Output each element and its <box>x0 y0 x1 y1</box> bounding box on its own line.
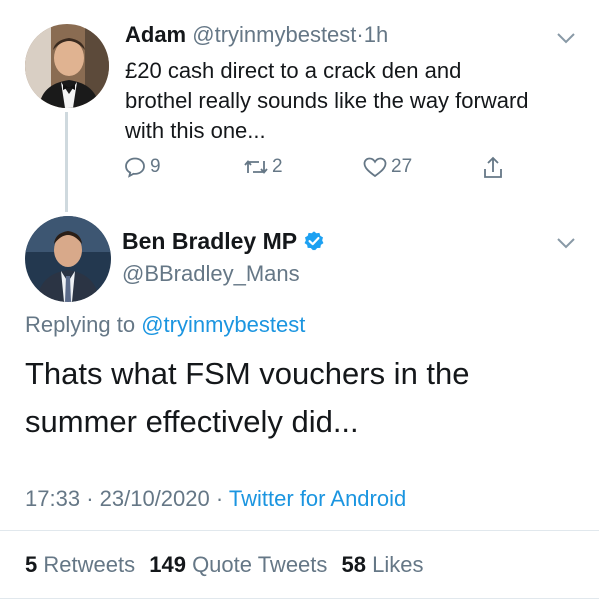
retweet-icon <box>244 160 268 174</box>
retweet-action-button[interactable]: 2 <box>243 155 283 179</box>
main-author-name[interactable]: Ben Bradley MP <box>122 228 297 254</box>
divider <box>0 598 599 599</box>
tweet-meta-line: 17:33 · 23/10/2020 · Twitter for Android <box>25 486 406 512</box>
tweet-time[interactable]: 17:33 <box>25 486 80 511</box>
likes-stat-count: 58 <box>341 552 367 577</box>
avatar-adam-image <box>25 24 109 108</box>
reply-text-line: with this one... <box>125 118 266 143</box>
quote-tweets-stat[interactable]: 149 Quote Tweets <box>149 552 327 577</box>
likes-stat[interactable]: 58 Likes <box>342 552 424 577</box>
reply-action-button[interactable]: 9 <box>123 155 161 179</box>
reply-count: 9 <box>150 156 161 177</box>
reply-author-name[interactable]: Adam <box>125 22 186 47</box>
like-count: 27 <box>391 156 413 177</box>
quote-tweets-stat-count: 149 <box>149 552 186 577</box>
main-text-line: Thats what FSM vouchers in the <box>25 356 470 391</box>
reply-tweet-header: Adam @tryinmybestest·1h <box>125 22 388 48</box>
main-more-chevron-icon[interactable] <box>555 232 577 254</box>
replying-to-link[interactable]: @tryinmybestest <box>141 312 305 337</box>
main-text-line: summer effectively did... <box>25 404 359 439</box>
reply-text-line: £20 cash direct to a crack den and <box>125 58 462 83</box>
avatar-adam[interactable] <box>25 24 109 108</box>
avatar-ben-bradley-image <box>25 216 111 302</box>
retweets-stat-count: 5 <box>25 552 38 577</box>
divider <box>0 530 599 531</box>
likes-stat-label: Likes <box>372 552 424 577</box>
avatar-ben-bradley[interactable] <box>25 216 111 302</box>
main-author-line: Ben Bradley MP <box>122 228 325 255</box>
replying-to-line: Replying to @tryinmybestest <box>25 312 305 338</box>
verified-badge-icon <box>304 231 324 251</box>
tweet-date[interactable]: 23/10/2020 <box>100 486 210 511</box>
retweets-stat-label: Retweets <box>43 552 136 577</box>
main-author-handle[interactable]: @BBradley_Mans <box>122 261 300 287</box>
like-action-button[interactable]: 27 <box>362 155 412 179</box>
replying-to-prefix: Replying to <box>25 312 136 337</box>
engagement-stats: 5 Retweets 149 Quote Tweets 58 Likes <box>25 552 424 578</box>
reply-timestamp[interactable]: 1h <box>364 22 388 47</box>
quote-tweets-stat-label: Quote Tweets <box>192 552 328 577</box>
reply-more-chevron-icon[interactable] <box>555 27 577 49</box>
tweet-meta-separator-1: · <box>86 486 94 511</box>
retweets-stat[interactable]: 5 Retweets <box>25 552 135 577</box>
tweet-source-link[interactable]: Twitter for Android <box>229 486 406 511</box>
retweet-count: 2 <box>272 156 283 177</box>
reply-author-handle[interactable]: @tryinmybestest <box>192 22 356 47</box>
thread-connector-line <box>65 112 68 212</box>
main-tweet-text: Thats what FSM vouchers in the summer ef… <box>25 350 470 446</box>
tweet-meta-separator-2: · <box>215 486 224 511</box>
comment-icon <box>125 157 145 178</box>
share-action-button[interactable] <box>481 155 505 181</box>
reply-meta-separator: · <box>356 22 364 47</box>
reply-text-line: brothel really sounds like the way forwa… <box>125 88 529 113</box>
heart-icon <box>363 157 387 178</box>
reply-tweet-text: £20 cash direct to a crack den and broth… <box>125 56 529 146</box>
share-icon <box>484 156 502 178</box>
